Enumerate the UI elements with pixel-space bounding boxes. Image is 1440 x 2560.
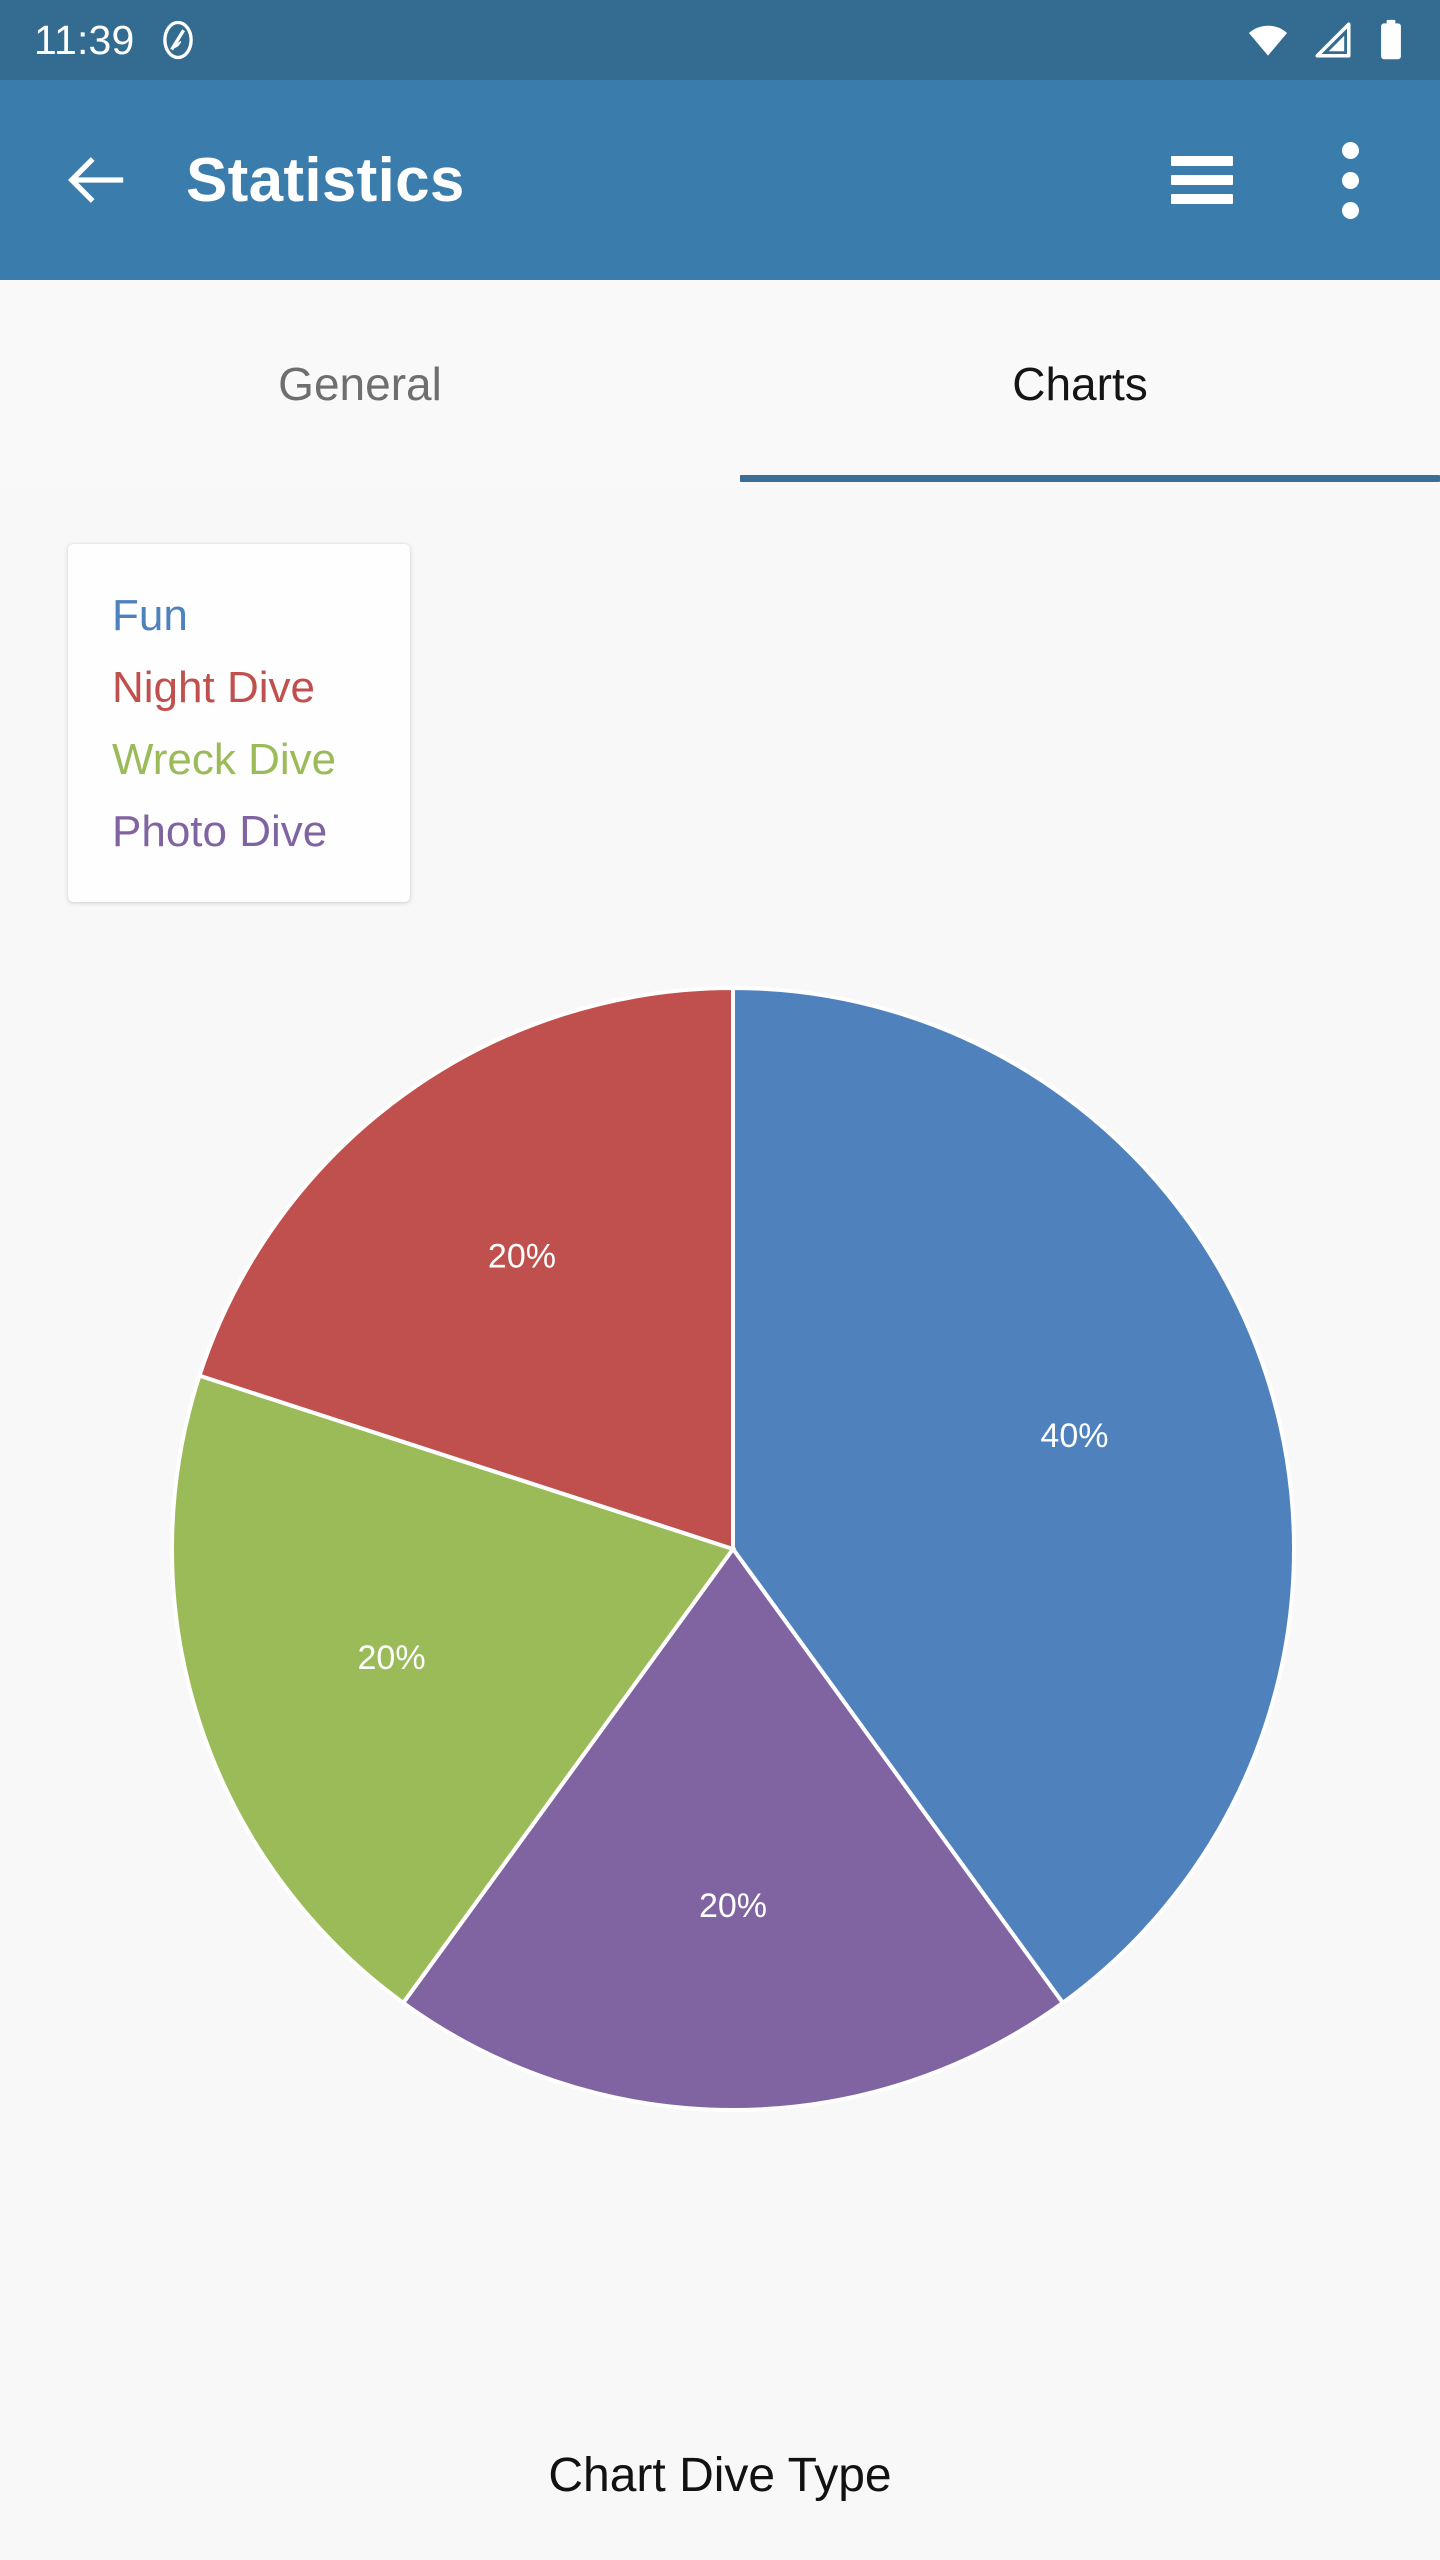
pie-slice-group (169, 985, 1297, 2113)
battery-icon (1381, 19, 1401, 60)
status-bar: 11:39 (0, 0, 1440, 80)
tab-bar: General Charts (0, 280, 1440, 488)
tab-active-indicator (740, 475, 1440, 482)
status-bar-right (1246, 18, 1406, 62)
hamburger-menu-icon (1171, 147, 1233, 213)
tab-general-label: General (278, 358, 442, 410)
app-bar: Statistics (0, 80, 1440, 280)
app-bar-actions (1156, 134, 1396, 226)
pie-slice-label-fun: 40% (1040, 1417, 1108, 1455)
page-title: Statistics (186, 145, 465, 215)
overflow-menu-button[interactable] (1304, 134, 1396, 226)
pie-chart: 40% 20% 20% 20% (0, 488, 1440, 2188)
back-button[interactable] (52, 135, 142, 225)
pie-slice-label-photo-dive: 20% (699, 1887, 767, 1925)
tab-charts[interactable]: Charts (720, 280, 1440, 488)
screen-record-icon (162, 20, 193, 60)
status-clock: 11:39 (34, 16, 135, 63)
hamburger-menu-button[interactable] (1156, 134, 1248, 226)
charts-content: Fun Night Dive Wreck Dive Photo Dive 40%… (0, 488, 1440, 2560)
status-bar-left: 11:39 (34, 19, 199, 61)
overflow-menu-icon (1341, 141, 1359, 219)
tab-charts-label: Charts (1012, 358, 1148, 410)
tab-general[interactable]: General (0, 280, 720, 488)
chart-title: Chart Dive Type (548, 2449, 892, 2502)
pie-slice-label-wreck-dive: 20% (358, 1639, 426, 1677)
wifi-icon (1248, 25, 1288, 56)
back-arrow-icon (68, 157, 124, 203)
pie-slice-label-night-dive: 20% (488, 1238, 556, 1276)
cellular-signal-icon (1315, 22, 1351, 58)
pie-chart-svg: 40% 20% 20% 20% (169, 985, 1297, 2113)
